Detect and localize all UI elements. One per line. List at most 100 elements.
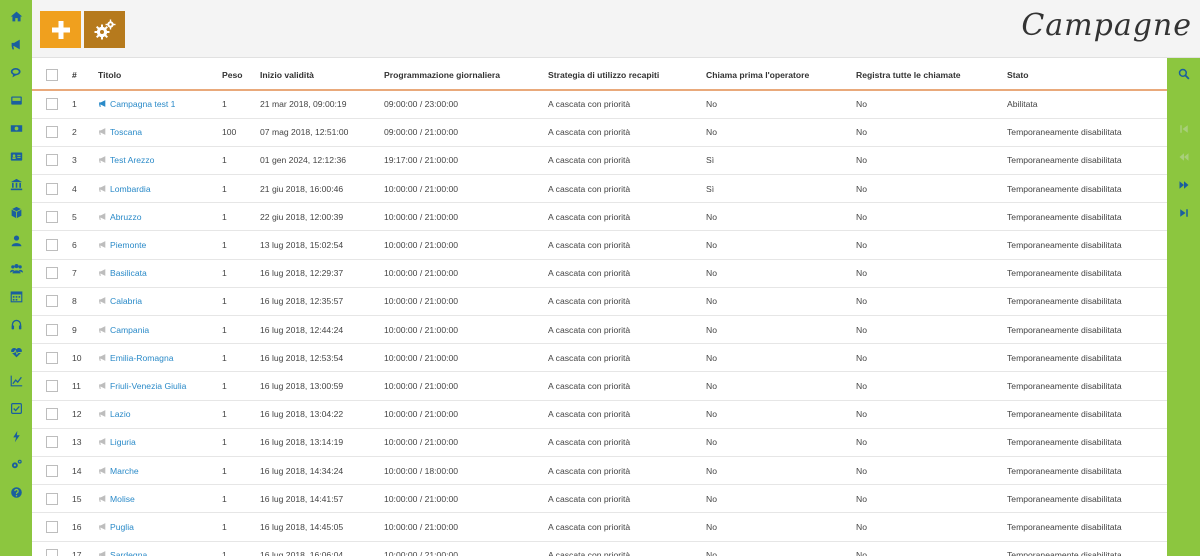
line-chart-icon[interactable] xyxy=(0,366,32,394)
cell-title[interactable]: Puglia xyxy=(98,512,222,542)
table-row[interactable]: 12 Lazio 1 16 lug 2018, 13:04:22 10:00:00 / … xyxy=(32,400,1167,429)
inbox-icon[interactable] xyxy=(0,86,32,114)
campaign-title-link[interactable]: Emilia-Romagna xyxy=(110,353,174,363)
row-checkbox[interactable] xyxy=(46,323,58,336)
row-checkbox[interactable] xyxy=(46,408,58,421)
cell-title[interactable]: Calabria xyxy=(98,287,222,317)
table-row[interactable]: 5 Abruzzo 1 22 giu 2018, 12:00:39 10:00:00 /… xyxy=(32,202,1167,232)
table-row[interactable]: 3 Test Arezzo 1 01 gen 2024, 12:12:36 19:17:… xyxy=(32,146,1167,176)
campaign-title-link[interactable]: Molise xyxy=(110,494,135,504)
add-campaign-button[interactable] xyxy=(40,11,81,48)
campaign-title-link[interactable]: Lazio xyxy=(110,409,131,419)
users-icon[interactable] xyxy=(0,254,32,282)
first-page-button[interactable] xyxy=(1167,116,1200,142)
cell-title[interactable]: Campania xyxy=(98,315,222,345)
cell-title[interactable]: Toscana xyxy=(98,118,222,147)
next-page-button[interactable] xyxy=(1167,172,1200,198)
campaign-title-link[interactable]: Abruzzo xyxy=(110,212,142,222)
user-icon[interactable] xyxy=(0,226,32,254)
select-all-checkbox[interactable] xyxy=(46,68,58,81)
campaign-title-link[interactable]: Test Arezzo xyxy=(110,155,154,165)
cell-title[interactable]: Friuli-Venezia Giulia xyxy=(98,371,222,401)
column-header-title[interactable]: Titolo xyxy=(98,58,222,91)
prev-page-button[interactable] xyxy=(1167,144,1200,170)
campaign-title-link[interactable]: Campania xyxy=(110,325,149,335)
cell-title[interactable]: Campagna test 1 xyxy=(98,90,222,119)
campaign-title-link[interactable]: Lombardia xyxy=(110,184,151,194)
row-checkbox[interactable] xyxy=(46,549,58,556)
comments-icon[interactable] xyxy=(0,58,32,86)
campaign-title-link[interactable]: Calabria xyxy=(110,296,142,306)
calendar-icon[interactable] xyxy=(0,282,32,310)
table-row[interactable]: 13 Liguria 1 16 lug 2018, 13:14:19 10:00:00 … xyxy=(32,428,1167,457)
table-row[interactable]: 9 Campania 1 16 lug 2018, 12:44:24 10:00:00 … xyxy=(32,315,1167,345)
table-row[interactable]: 10 Emilia-Romagna 1 16 lug 2018, 12:53:54 10… xyxy=(32,343,1167,373)
row-checkbox[interactable] xyxy=(46,520,58,533)
campaign-title-link[interactable]: Piemonte xyxy=(110,240,146,250)
row-checkbox[interactable] xyxy=(46,98,58,111)
row-checkbox[interactable] xyxy=(46,379,58,392)
table-row[interactable]: 1 Campagna test 1 1 21 mar 2018, 09:00:19 09… xyxy=(32,90,1167,119)
row-checkbox[interactable] xyxy=(46,464,58,477)
row-checkbox[interactable] xyxy=(46,210,58,223)
campaign-title-link[interactable]: Puglia xyxy=(110,522,134,532)
row-checkbox[interactable] xyxy=(46,154,58,167)
cell-title[interactable]: Molise xyxy=(98,484,222,514)
column-header-status[interactable]: Stato xyxy=(1007,58,1167,91)
cell-title[interactable]: Test Arezzo xyxy=(98,146,222,176)
campaign-title-link[interactable]: Liguria xyxy=(110,437,136,447)
campaign-title-link[interactable]: Friuli-Venezia Giulia xyxy=(110,381,186,391)
address-card-icon[interactable] xyxy=(0,142,32,170)
headset-icon[interactable] xyxy=(0,310,32,338)
search-button[interactable] xyxy=(1167,61,1200,87)
row-checkbox[interactable] xyxy=(46,436,58,449)
table-row[interactable]: 16 Puglia 1 16 lug 2018, 14:45:05 10:00:00 /… xyxy=(32,512,1167,542)
cell-title[interactable]: Emilia-Romagna xyxy=(98,343,222,373)
cell-title[interactable]: Basilicata xyxy=(98,259,222,288)
cell-title[interactable]: Marche xyxy=(98,456,222,486)
table-row[interactable]: 6 Piemonte 1 13 lug 2018, 15:02:54 10:00:00 … xyxy=(32,230,1167,260)
home-icon[interactable] xyxy=(0,2,32,30)
row-checkbox[interactable] xyxy=(46,126,58,139)
question-icon[interactable] xyxy=(0,478,32,506)
cell-title[interactable]: Piemonte xyxy=(98,230,222,260)
column-header-record[interactable]: Registra tutte le chiamate xyxy=(856,58,1007,91)
table-row[interactable]: 4 Lombardia 1 21 giu 2018, 16:00:46 10:00:00… xyxy=(32,174,1167,204)
cell-title[interactable]: Sardegna xyxy=(98,541,222,556)
column-header-weight[interactable]: Peso xyxy=(222,58,260,91)
table-row[interactable]: 17 Sardegna 1 16 lug 2018, 16:06:04 10:00:00… xyxy=(32,541,1167,556)
row-checkbox[interactable] xyxy=(46,351,58,364)
cell-title[interactable]: Abruzzo xyxy=(98,202,222,232)
table-row[interactable]: 8 Calabria 1 16 lug 2018, 12:35:57 10:00:00 … xyxy=(32,287,1167,317)
bank-icon[interactable] xyxy=(0,170,32,198)
row-checkbox[interactable] xyxy=(46,182,58,195)
table-row[interactable]: 7 Basilicata 1 16 lug 2018, 12:29:37 10:00:0… xyxy=(32,259,1167,288)
column-header-strategy[interactable]: Strategia di utilizzo recapiti xyxy=(548,58,706,91)
table-row[interactable]: 2 Toscana 100 07 mag 2018, 12:51:00 09:00:00… xyxy=(32,118,1167,147)
cell-title[interactable]: Lazio xyxy=(98,400,222,429)
cell-title[interactable]: Lombardia xyxy=(98,174,222,204)
cube-icon[interactable] xyxy=(0,198,32,226)
campaign-title-link[interactable]: Campagna test 1 xyxy=(110,99,175,109)
check-square-icon[interactable] xyxy=(0,394,32,422)
table-row[interactable]: 11 Friuli-Venezia Giulia 1 16 lug 2018, 13:… xyxy=(32,371,1167,401)
gears-icon[interactable] xyxy=(0,450,32,478)
campaign-title-link[interactable]: Sardegna xyxy=(110,550,147,556)
megaphone-icon[interactable] xyxy=(0,30,32,58)
column-header-start[interactable]: Inizio validità xyxy=(260,58,384,91)
column-header-schedule[interactable]: Programmazione giornaliera xyxy=(384,58,548,91)
column-header-num[interactable]: # xyxy=(64,58,98,91)
campaign-title-link[interactable]: Marche xyxy=(110,466,139,476)
row-checkbox[interactable] xyxy=(46,239,58,252)
last-page-button[interactable] xyxy=(1167,200,1200,226)
row-checkbox[interactable] xyxy=(46,295,58,308)
campaign-title-link[interactable]: Toscana xyxy=(110,127,142,137)
table-row[interactable]: 14 Marche 1 16 lug 2018, 14:34:24 10:00:00 /… xyxy=(32,456,1167,486)
cell-title[interactable]: Liguria xyxy=(98,428,222,457)
table-row[interactable]: 15 Molise 1 16 lug 2018, 14:41:57 10:00:00 /… xyxy=(32,484,1167,514)
row-checkbox[interactable] xyxy=(46,267,58,280)
campaign-title-link[interactable]: Basilicata xyxy=(110,268,147,278)
row-checkbox[interactable] xyxy=(46,492,58,505)
heartbeat-icon[interactable] xyxy=(0,338,32,366)
column-header-call-first[interactable]: Chiama prima l'operatore xyxy=(706,58,856,91)
